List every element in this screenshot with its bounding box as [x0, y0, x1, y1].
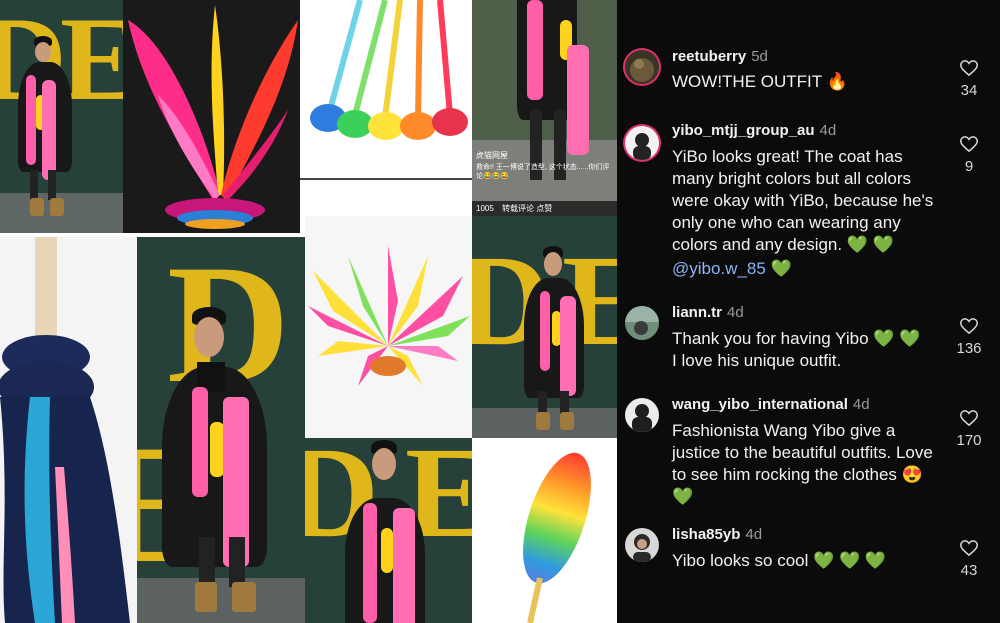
comment-text: Fashionista Wang Yibo give a justice to …	[672, 421, 933, 506]
like-button[interactable]: 136	[955, 318, 983, 357]
like-count: 9	[964, 158, 974, 175]
comment-text: WOW!THE OUTFIT 🔥	[672, 72, 848, 91]
avatar[interactable]	[625, 50, 659, 84]
heart-icon	[960, 136, 978, 152]
heart-icon	[960, 318, 978, 334]
mention-link[interactable]: @yibo.w_85	[672, 259, 766, 278]
comment: lisha85yb 4d Yibo looks so cool 💚 💚 💚 43	[617, 526, 1000, 596]
photo-man-wall-top-left: D E	[0, 0, 123, 233]
meme-collage: D E	[0, 0, 617, 623]
photo-rainbow-duster	[472, 438, 617, 623]
green-heart-emoji: 💚 💚 💚	[813, 551, 887, 570]
avatar[interactable]	[625, 126, 659, 160]
comment-username[interactable]: reetuberry 5d	[672, 48, 768, 65]
comments-panel: reetuberry 5d WOW!THE OUTFIT 🔥 34 yibo_mt…	[617, 0, 1000, 623]
comment-username[interactable]: wang_yibo_international 4d	[672, 396, 870, 413]
heart-icon	[960, 540, 978, 556]
fire-emoji: 🔥	[826, 72, 848, 91]
comment-age: 5d	[751, 48, 768, 65]
green-heart-emoji: 💚 💚	[846, 235, 894, 254]
green-heart-emoji: 💚	[770, 259, 792, 278]
photo-colorful-dusters	[300, 0, 472, 178]
comment-age: 4d	[727, 304, 744, 321]
photo-man-wall-center: D E	[137, 237, 305, 623]
like-count: 43	[960, 562, 978, 579]
phone-footer-extra: 转载评论 点赞	[502, 204, 553, 213]
comment: reetuberry 5d WOW!THE OUTFIT 🔥 34	[617, 48, 1000, 108]
comment-text: Yibo looks so cool 💚 💚 💚	[672, 551, 887, 570]
like-count: 170	[956, 432, 982, 449]
comment-username[interactable]: liann.tr 4d	[672, 304, 744, 321]
comment-username[interactable]: lisha85yb 4d	[672, 526, 762, 543]
comment-username[interactable]: yibo_mtjj_group_au 4d	[672, 122, 836, 139]
phone-footer: 1005 转载评论 点赞	[472, 201, 617, 216]
comment-text: YiBo looks great! The coat has many brig…	[672, 147, 934, 254]
like-button[interactable]: 170	[955, 410, 983, 449]
avatar[interactable]	[625, 528, 659, 562]
comment-age: 4d	[852, 396, 870, 413]
comment-mention-line: @yibo.w_85 💚	[672, 258, 942, 280]
comment: yibo_mtjj_group_au 4d YiBo looks great! T…	[617, 122, 1000, 287]
like-button[interactable]: 9	[955, 136, 983, 175]
phone-caption: 救命!! 王一博说了造型, 这个状态......你们评论😂😂😂	[476, 164, 610, 180]
comment: liann.tr 4d Thank you for having Yibo 💚 💚…	[617, 304, 1000, 379]
comment-age: 4d	[745, 526, 763, 543]
comment: wang_yibo_international 4d Fashionista Wa…	[617, 396, 1000, 511]
phone-username: 虎猫网屋	[476, 151, 508, 160]
like-count: 34	[960, 82, 978, 99]
like-count: 136	[956, 340, 982, 357]
heart-icon	[960, 60, 978, 76]
heart-icon	[960, 410, 978, 426]
photo-man-wall-bottom: D E	[305, 438, 472, 623]
phone-footer-count: 1005	[476, 204, 494, 213]
green-heart-emoji: 💚 💚	[873, 329, 921, 348]
divider-bar	[300, 178, 472, 218]
photo-man-wall-right: D E	[472, 216, 617, 438]
like-button[interactable]: 34	[955, 60, 983, 99]
avatar[interactable]	[625, 306, 659, 340]
photo-feather-shuttlecock	[123, 0, 300, 233]
photo-feather-ball	[305, 216, 472, 438]
photo-dark-mop	[0, 237, 137, 623]
like-button[interactable]: 43	[955, 540, 983, 579]
comment-age: 4d	[819, 122, 837, 139]
photo-phone-screenshot: 虎猫网屋 救命!! 王一博说了造型, 这个状态......你们评论😂😂😂 100…	[472, 0, 617, 216]
avatar[interactable]	[625, 398, 659, 432]
comment-text: Thank you for having Yibo 💚 💚 I love his…	[672, 329, 921, 370]
